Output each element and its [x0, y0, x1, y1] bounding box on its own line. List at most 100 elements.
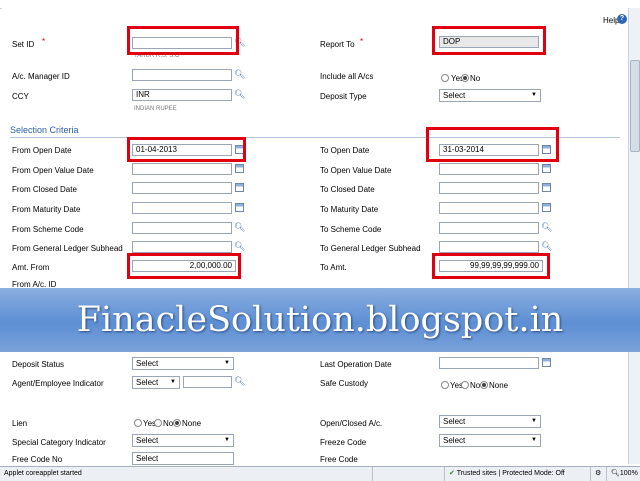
free-code-right-label: Free Code — [320, 455, 358, 464]
to-maturity-date-label: To Maturity Date — [320, 205, 379, 214]
none-option-label: None — [489, 381, 509, 390]
calendar-icon[interactable] — [542, 183, 551, 192]
to-open-value-date-label: To Open Value Date — [320, 166, 392, 175]
no-option-label: No — [470, 381, 481, 390]
lien-no-radio[interactable] — [154, 419, 162, 427]
search-icon[interactable]: 🔍︎ — [234, 89, 245, 100]
ccy-input[interactable]: INR — [132, 89, 232, 101]
form-panel — [2, 8, 628, 464]
to-closed-date-input[interactable] — [439, 182, 539, 194]
freeze-code-select[interactable]: Select ▼ — [439, 434, 541, 447]
from-open-value-date-input[interactable] — [132, 163, 232, 175]
safe-custody-none-radio[interactable] — [480, 381, 488, 389]
calendar-icon[interactable] — [542, 164, 551, 173]
highlight-from-open-date — [127, 137, 246, 162]
to-scheme-code-input[interactable] — [439, 222, 539, 234]
from-maturity-date-input[interactable] — [132, 202, 232, 214]
from-open-value-date-label: From Open Value Date — [12, 166, 94, 175]
ac-manager-id-label: A/c. Manager ID — [12, 72, 70, 81]
to-gl-subhead-label: To General Ledger Subhead — [320, 244, 421, 253]
deposit-type-label: Deposit Type — [320, 92, 367, 101]
help-icon[interactable]: ? — [617, 14, 627, 24]
special-category-label: Special Category Indicator — [12, 438, 106, 447]
safe-custody-no-radio[interactable] — [461, 381, 469, 389]
calendar-icon[interactable] — [235, 203, 244, 212]
ccy-description: INDIAN RUPEE — [134, 106, 177, 112]
open-closed-ac-value: Select — [443, 417, 466, 426]
special-category-select[interactable]: Select ▼ — [132, 434, 234, 447]
search-icon[interactable]: 🔍︎ — [234, 69, 245, 80]
zoom-control[interactable]: 🔍︎100% — [606, 467, 640, 481]
search-icon[interactable]: 🔍︎ — [541, 241, 552, 252]
scrollbar-thumb[interactable] — [630, 60, 640, 152]
search-icon[interactable]: 🔍︎ — [234, 376, 245, 387]
last-operation-date-input[interactable] — [439, 357, 539, 369]
search-icon[interactable]: 🔍︎ — [234, 241, 245, 252]
trusted-sites-icon: ✔ — [449, 470, 455, 477]
include-all-acs-yes-radio[interactable] — [441, 74, 449, 82]
calendar-icon[interactable] — [235, 164, 244, 173]
deposit-type-value: Select — [443, 91, 466, 100]
status-blank-segment — [372, 467, 445, 481]
safe-custody-yes-radio[interactable] — [441, 381, 449, 389]
to-maturity-date-input[interactable] — [439, 202, 539, 214]
to-open-date-label: To Open Date — [320, 146, 370, 155]
deposit-status-label: Deposit Status — [12, 360, 65, 369]
highlight-report-to — [432, 26, 546, 55]
safe-custody-label: Safe Custody — [320, 379, 369, 388]
freeze-code-label: Freeze Code — [320, 438, 367, 447]
deposit-status-select[interactable]: Select ▼ — [132, 357, 234, 370]
from-gl-subhead-label: From General Ledger Subhead — [12, 244, 123, 253]
zoom-icon: 🔍︎ — [611, 470, 620, 477]
lien-label: Lien — [12, 419, 28, 428]
dropdown-arrow-icon: ▼ — [531, 92, 537, 98]
deposit-type-select[interactable]: Select ▼ — [439, 89, 541, 102]
open-closed-ac-select[interactable]: Select ▼ — [439, 415, 541, 428]
search-icon[interactable]: 🔍︎ — [234, 222, 245, 233]
highlight-set-id — [127, 26, 239, 55]
ac-manager-id-input[interactable] — [132, 69, 232, 81]
security-zone[interactable]: ✔ Trusted sites | Protected Mode: Off — [444, 467, 591, 481]
free-code-left-select[interactable]: Select — [132, 452, 234, 465]
no-option-label: No — [163, 419, 174, 428]
lien-yes-radio[interactable] — [134, 419, 142, 427]
to-closed-date-label: To Closed Date — [320, 185, 375, 194]
calendar-icon[interactable] — [542, 358, 551, 367]
deposit-status-value: Select — [136, 359, 159, 368]
free-code-left-label: Free Code No — [12, 455, 63, 464]
to-gl-subhead-input[interactable] — [439, 241, 539, 253]
selection-criteria-heading: Selection Criteria — [10, 125, 79, 135]
set-id-label: Set ID — [12, 40, 35, 49]
browser-status-bar: Applet coreapplet started ✔ Trusted site… — [0, 466, 640, 481]
required-marker: * — [42, 37, 46, 46]
highlight-amt-from — [127, 253, 241, 279]
to-amt-label: To Amt. — [320, 263, 347, 272]
agent-indicator-value: Select — [136, 378, 159, 387]
dropdown-arrow-icon: ▼ — [531, 437, 537, 443]
agent-indicator-label: Agent/Employee Indicator — [12, 379, 104, 388]
dropdown-arrow-icon: ▼ — [531, 418, 537, 424]
calendar-icon[interactable] — [235, 183, 244, 192]
ccy-label: CCY — [12, 92, 29, 101]
none-option-label: None — [182, 419, 202, 428]
from-maturity-date-label: From Maturity Date — [12, 205, 81, 214]
to-open-value-date-input[interactable] — [439, 163, 539, 175]
last-operation-date-label: Last Operation Date — [320, 360, 392, 369]
agent-id-input[interactable] — [183, 376, 232, 388]
search-icon[interactable]: 🔍︎ — [541, 222, 552, 233]
special-category-value: Select — [136, 436, 159, 445]
include-all-acs-no-radio[interactable] — [461, 74, 469, 82]
free-code-left-value: Select — [136, 454, 159, 463]
from-gl-subhead-input[interactable] — [132, 241, 232, 253]
agent-indicator-select[interactable]: Select ▼ — [132, 376, 180, 389]
zoom-level: 100% — [619, 470, 638, 477]
dropdown-arrow-icon: ▼ — [170, 379, 176, 385]
from-scheme-code-input[interactable] — [132, 222, 232, 234]
lien-none-radio[interactable] — [173, 419, 181, 427]
from-open-date-label: From Open Date — [12, 146, 72, 155]
from-closed-date-input[interactable] — [132, 182, 232, 194]
watermark-text: FinacleSolution.blogspot.in — [76, 300, 564, 340]
required-marker: * — [360, 37, 364, 46]
calendar-icon[interactable] — [542, 203, 551, 212]
include-all-acs-label: Include all A/cs — [320, 72, 374, 81]
